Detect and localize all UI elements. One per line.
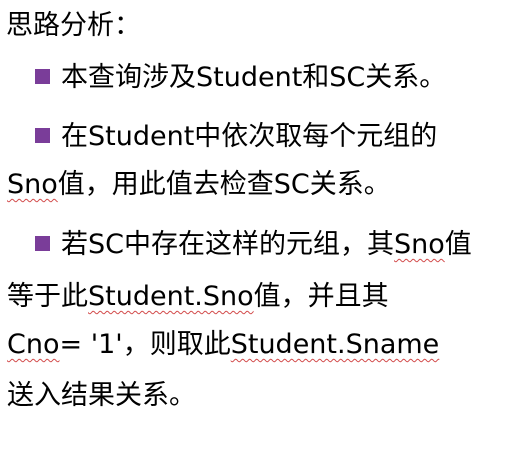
bullet-square-icon (35, 69, 50, 84)
bullet-point-2: 在Student中依次取每个元组的 (35, 117, 437, 157)
spell-underlined-word: Cno (7, 329, 60, 360)
section-heading: 思路分析： (6, 10, 141, 41)
spell-underlined-word: Student.Sno (88, 281, 254, 312)
bullet-point-3: 若SC中存在这样的元组，其Sno值 (35, 225, 472, 265)
point-3-line-3-mid: = '1'，则取此 (59, 329, 231, 360)
point-3-line-1-post: 值 (444, 229, 472, 260)
point-3-line-2: 等于此Student.Sno值，并且其 (7, 277, 389, 317)
point-3-line-1-pre: 若SC中存在这样的元组，其 (61, 229, 394, 260)
bullet-point-1: 本查询涉及Student和SC关系。 (35, 58, 446, 98)
point-3-line-4: 送入结果关系。 (7, 380, 196, 411)
spell-underlined-word: Sno (7, 169, 58, 200)
point-3-line-2-post: 值，并且其 (253, 281, 389, 312)
bullet-square-icon (35, 236, 50, 251)
point-2-line-1: 在Student中依次取每个元组的 (61, 121, 438, 152)
bullet-square-icon (35, 128, 50, 143)
point-1-text: 本查询涉及Student和SC关系。 (61, 62, 447, 93)
point-3-line-3: Cno= '1'，则取此Student.Sname (7, 325, 439, 365)
spell-underlined-word: Sno (394, 229, 445, 260)
point-2-line-2: Sno值，用此值去检查SC关系。 (7, 165, 391, 205)
point-3-line-2-pre: 等于此 (7, 281, 88, 312)
spell-underlined-word: Student.Sname (230, 329, 440, 360)
point-2-line-2-text: 值，用此值去检查SC关系。 (57, 169, 391, 200)
